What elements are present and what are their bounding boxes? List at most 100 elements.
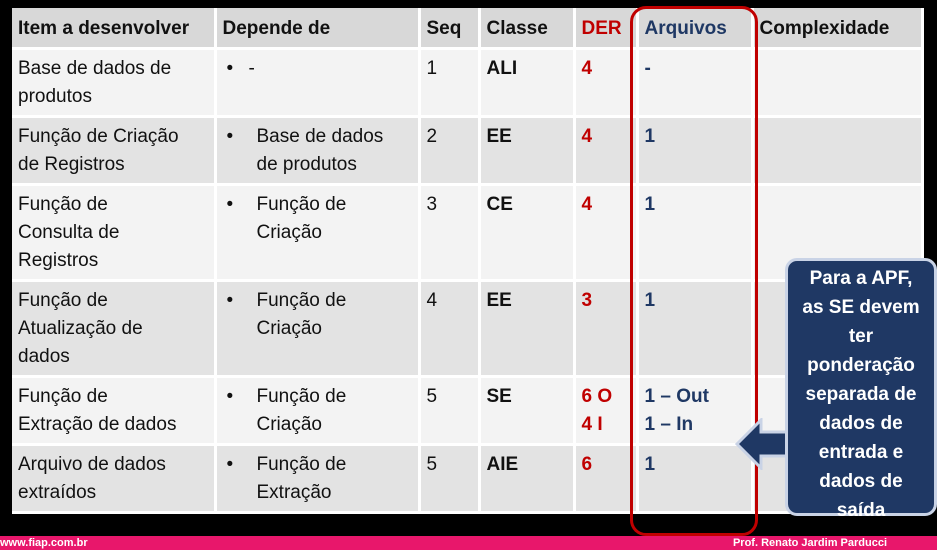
depende-line: Função de [256, 194, 347, 215]
cell-arquivos: 1 [637, 116, 754, 186]
depende-text: Função de Extração [257, 451, 347, 507]
arquivos-line: 1 [644, 290, 656, 311]
cell-seq: 5 [419, 444, 481, 514]
callout-line: Para a APF, [809, 268, 913, 289]
cell-item: Arquivo de dados extraídos [12, 444, 217, 514]
cell-der: 4 [574, 48, 639, 118]
item-line: Base de dados de [18, 58, 172, 79]
cell-der: 6 [574, 444, 639, 514]
der-line: 4 [581, 58, 593, 79]
depende-line: Função de [256, 386, 347, 407]
arquivos-line: 1 – Out [644, 386, 709, 407]
header-arquivos: Arquivos [637, 8, 754, 50]
arquivos-line: - [644, 58, 651, 79]
item-line: Função de Criação [18, 126, 179, 147]
bullet-icon: • [226, 290, 234, 311]
cell-complexidade [752, 48, 924, 118]
depende-text: - [249, 55, 255, 83]
arquivos-line: 1 – In [644, 414, 694, 435]
table-row: Base de dados de produtos • -1 ALI 4- [12, 48, 924, 118]
cell-arquivos: 1 [637, 280, 754, 378]
seq-value: 5 [426, 454, 438, 475]
header-complexidade: Complexidade [752, 8, 924, 50]
callout-line: as SE devem [802, 297, 920, 318]
item-line: Função de [18, 290, 108, 311]
der-line: 4 [581, 194, 593, 215]
depende-line: Criação [256, 414, 322, 435]
bullet-icon: • [226, 386, 234, 407]
item-line: extraídos [18, 482, 97, 503]
depende-text: Base de dados de produtos [257, 123, 384, 179]
cell-seq: 1 [419, 48, 481, 118]
bullet-icon: • [226, 58, 234, 79]
depende-text: Função de Criação [257, 287, 347, 343]
der-line: 6 [581, 454, 593, 475]
depende-line: Base de dados [256, 126, 384, 147]
cell-arquivos: 1 [637, 184, 754, 282]
arquivos-line: 1 [644, 194, 656, 215]
seq-value: 4 [426, 290, 438, 311]
cell-depende: • Base de dados de produtos [215, 116, 421, 186]
depende-line: Criação [256, 318, 322, 339]
cell-seq: 2 [419, 116, 481, 186]
cell-classe: AIE [479, 444, 576, 514]
cell-depende: • Função de Criação [215, 280, 421, 378]
cell-item: Base de dados de produtos [12, 48, 217, 118]
item-line: produtos [18, 86, 92, 107]
cell-seq: 3 [419, 184, 481, 282]
cell-depende: • Função de Criação [215, 184, 421, 282]
callout-line: ponderação [807, 355, 915, 376]
item-line: de Registros [18, 154, 125, 175]
cell-classe: EE [479, 116, 576, 186]
table-header-row: Item a desenvolver Depende de Seq Classe… [12, 8, 924, 50]
header-der: DER [574, 8, 639, 50]
item-line: Arquivo de dados [18, 454, 166, 475]
callout-line: dados de [819, 471, 903, 492]
header-seq: Seq [419, 8, 481, 50]
item-line: Consulta de [18, 222, 120, 243]
slide: Item a desenvolver Depende de Seq Classe… [0, 0, 937, 550]
cell-depende: • Função de Criação [215, 376, 421, 446]
depende-line: Extração [256, 482, 332, 503]
depende-text: Função de Criação [257, 191, 347, 247]
item-line: Atualização de [18, 318, 143, 339]
cell-der: 6 O4 I [574, 376, 639, 446]
classe-value: ALI [486, 58, 518, 79]
der-line: 3 [581, 290, 593, 311]
cell-classe: SE [479, 376, 576, 446]
seq-value: 3 [426, 194, 438, 215]
cell-depende: • - [215, 48, 421, 118]
cell-der: 4 [574, 116, 639, 186]
item-line: dados [18, 346, 70, 367]
footer-website: www.fiap.com.br [0, 537, 88, 549]
seq-value: 2 [426, 126, 438, 147]
bullet-icon: • [226, 454, 234, 475]
callout-box: Para a APF, as SE devem ter ponderação separ… [785, 258, 937, 521]
callout-line: ter [848, 326, 874, 347]
classe-value: AIE [486, 454, 519, 475]
cell-item: Função de Consulta de Registros [12, 184, 217, 282]
header-classe: Classe [479, 8, 576, 50]
seq-value: 1 [426, 58, 438, 79]
cell-classe: EE [479, 280, 576, 378]
header-depende: Depende de [215, 8, 421, 50]
depende-line: Função de [256, 454, 347, 475]
seq-value: 5 [426, 386, 438, 407]
callout-line: saída [836, 500, 886, 521]
cell-item: Função de Extração de dados [12, 376, 217, 446]
der-line: 6 O [581, 386, 613, 407]
depende-line: - [248, 58, 255, 79]
arquivos-line: 1 [644, 126, 656, 147]
cell-depende: • Função de Extração [215, 444, 421, 514]
cell-der: 3 [574, 280, 639, 378]
cell-seq: 5 [419, 376, 481, 446]
der-line: 4 [581, 126, 593, 147]
bullet-icon: • [226, 126, 234, 147]
depende-line: de produtos [256, 154, 357, 175]
arrow-left-icon [735, 418, 791, 470]
arquivos-line: 1 [644, 454, 656, 475]
depende-line: Função de [256, 290, 347, 311]
footer-bar: www.fiap.com.br Prof. Renato Jardim Pard… [0, 536, 937, 550]
classe-value: SE [486, 386, 512, 407]
table-row: Função de Criação de Registros • Base de da… [12, 116, 924, 186]
